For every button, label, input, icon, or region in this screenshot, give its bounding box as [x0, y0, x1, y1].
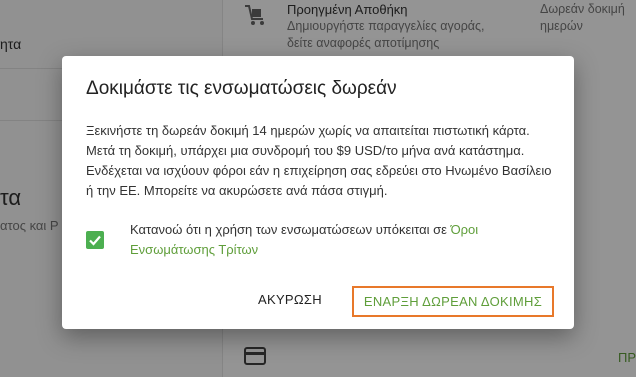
terms-label: Κατανοώ ότι η χρήση των ενσωματώσεων υπό… [130, 220, 550, 260]
terms-text: Κατανοώ ότι η χρήση των ενσωματώσεων υπό… [130, 222, 451, 237]
dialog-body-text: Ξεκινήστε τη δωρεάν δοκιμή 14 ημερών χωρ… [86, 123, 552, 198]
free-trial-dialog: Δοκιμάστε τις ενσωματώσεις δωρεάν Ξεκινή… [62, 56, 574, 329]
checkmark-icon [89, 235, 101, 246]
terms-checkbox[interactable] [86, 231, 104, 249]
start-free-trial-button[interactable]: ΕΝΑΡΞΗ ΔΩΡΕΑΝ ΔΟΚΙΜΗΣ [352, 286, 554, 317]
cancel-button[interactable]: ΑΚΥΡΩΣΗ [258, 292, 322, 307]
dialog-title: Δοκιμάστε τις ενσωματώσεις δωρεάν [86, 78, 397, 99]
